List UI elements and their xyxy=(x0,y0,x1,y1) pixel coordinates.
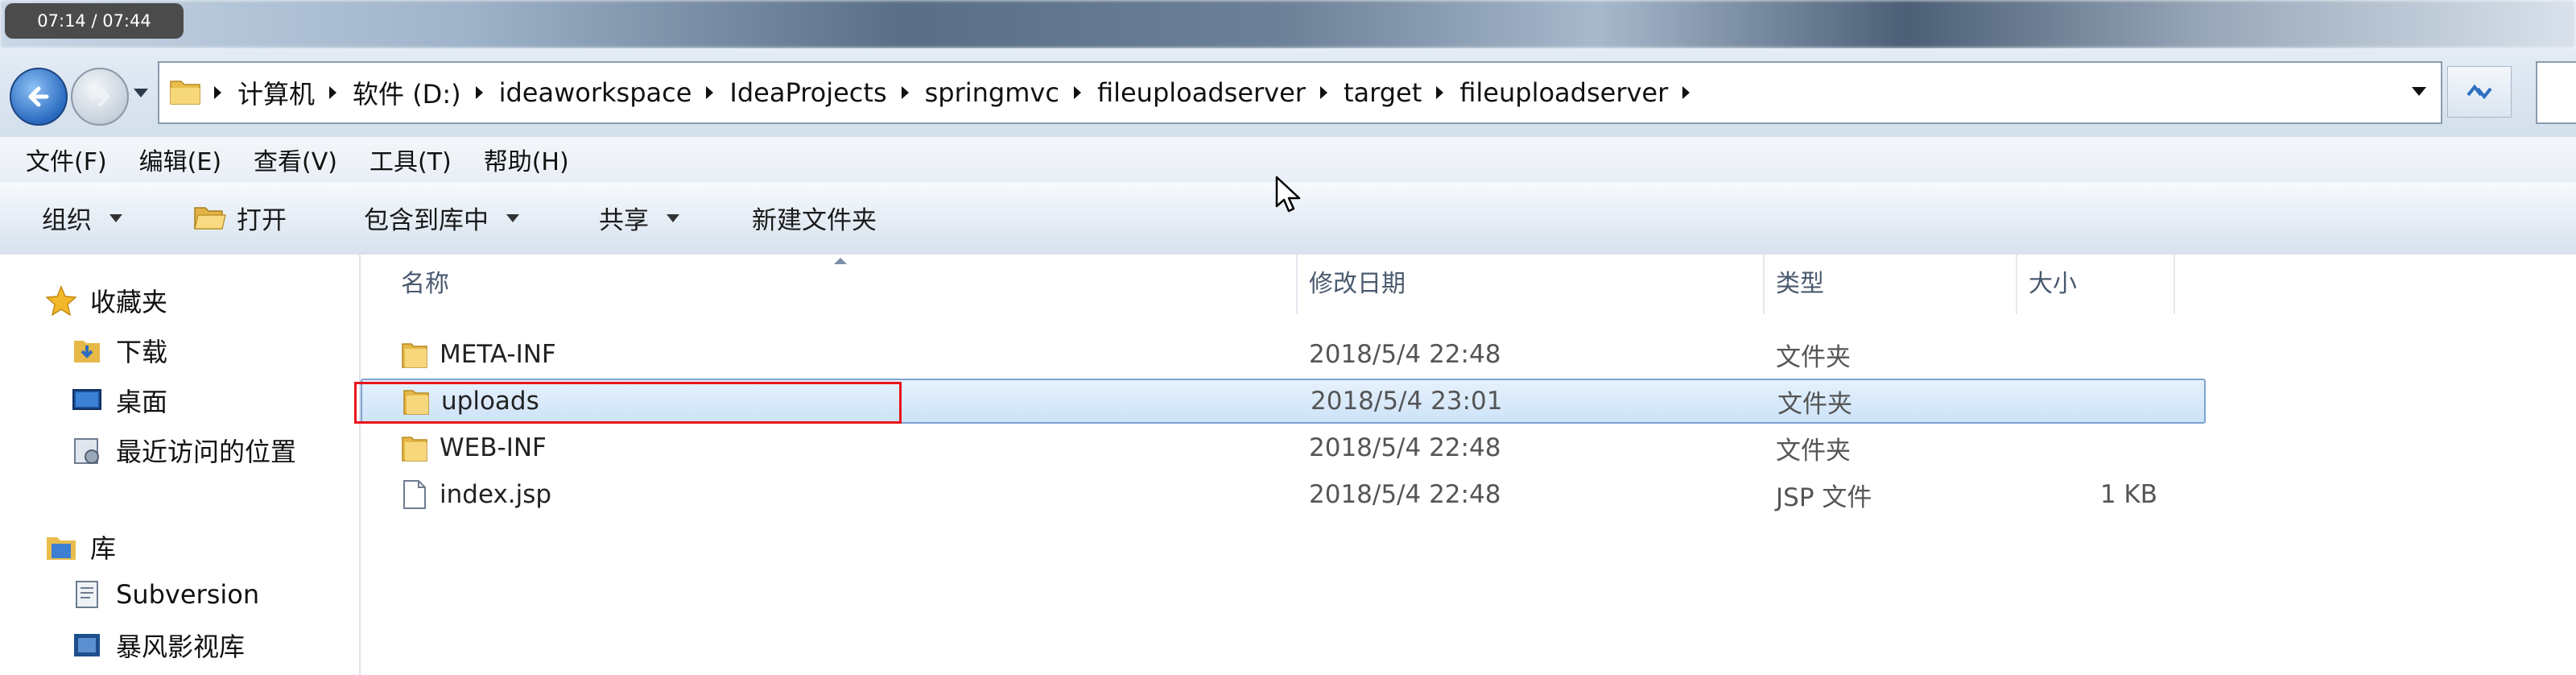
library-icon xyxy=(45,531,77,563)
include-library-label: 包含到库中 xyxy=(364,206,489,235)
folder-icon xyxy=(402,343,427,368)
address-bar-row: 计算机 软件 (D:) ideaworkspace IdeaProjects s… xyxy=(0,48,2576,137)
nav-favorites[interactable]: 收藏夹 xyxy=(45,282,167,319)
breadcrumb-separator-icon[interactable] xyxy=(329,86,337,99)
column-header-modified[interactable]: 修改日期 xyxy=(1298,255,1765,314)
breadcrumb-separator-icon[interactable] xyxy=(214,86,221,99)
nav-storm-library[interactable]: 暴风影视库 xyxy=(71,627,245,664)
subversion-library-icon xyxy=(71,578,103,611)
star-icon xyxy=(45,284,77,317)
breadcrumb-separator-icon[interactable] xyxy=(1073,86,1081,99)
file-row[interactable]: WEB-INF 2018/5/4 22:48 文件夹 xyxy=(361,425,2204,470)
file-icon xyxy=(403,480,426,509)
menu-edit[interactable]: 编辑(E) xyxy=(139,142,221,177)
navigation-pane: 收藏夹 下载 桌面 最近访问的位置 库 Subversion 暴风影视库 xyxy=(0,255,361,675)
file-modified-date: 2018/5/4 22:48 xyxy=(1309,433,1501,462)
nav-recent-label: 最近访问的位置 xyxy=(116,437,297,467)
nav-favorites-label: 收藏夹 xyxy=(90,287,168,317)
nav-desktop-label: 桌面 xyxy=(116,387,168,417)
recent-pages-dropdown[interactable] xyxy=(134,89,148,97)
include-in-library-button[interactable]: 包含到库中 xyxy=(364,200,519,236)
video-timestamp: 07:14 / 07:44 xyxy=(5,3,184,39)
column-header-size[interactable]: 大小 xyxy=(2017,255,2175,314)
open-button[interactable]: 打开 xyxy=(193,200,287,236)
column-header-name[interactable]: 名称 xyxy=(361,255,1298,314)
forward-button[interactable] xyxy=(71,68,129,126)
file-size: 1 KB xyxy=(2099,480,2157,509)
menu-file[interactable]: 文件(F) xyxy=(26,142,107,177)
refresh-icon xyxy=(2467,84,2492,100)
organize-label: 组织 xyxy=(42,206,92,235)
nav-subversion[interactable]: Subversion xyxy=(71,578,259,611)
recent-places-icon xyxy=(71,434,103,466)
nav-downloads[interactable]: 下载 xyxy=(71,332,167,369)
nav-desktop[interactable]: 桌面 xyxy=(71,382,167,419)
arrow-right-icon xyxy=(89,86,110,107)
file-modified-date: 2018/5/4 23:01 xyxy=(1311,387,1503,416)
nav-subversion-label: Subversion xyxy=(116,579,260,610)
nav-storm-label: 暴风影视库 xyxy=(116,632,246,662)
breadcrumb-fileuploadserver-current[interactable]: fileuploadserver xyxy=(1459,77,1668,108)
file-type: JSP 文件 xyxy=(1776,482,1872,512)
breadcrumb-fileuploadserver[interactable]: fileuploadserver xyxy=(1097,77,1306,108)
nav-downloads-label: 下载 xyxy=(116,337,168,367)
window-title-bar xyxy=(0,0,2576,48)
menu-tools[interactable]: 工具(T) xyxy=(369,142,452,177)
file-modified-date: 2018/5/4 22:48 xyxy=(1309,480,1501,509)
nav-recent-places[interactable]: 最近访问的位置 xyxy=(71,432,296,469)
breadcrumb-separator-icon[interactable] xyxy=(475,86,483,99)
breadcrumb-drive-d[interactable]: 软件 (D:) xyxy=(353,74,461,111)
nav-libraries-label: 库 xyxy=(90,533,117,564)
file-row[interactable]: META-INF 2018/5/4 22:48 文件夹 xyxy=(361,332,2204,377)
file-row[interactable]: index.jsp 2018/5/4 22:48 JSP 文件 1 KB xyxy=(361,472,2204,517)
arrow-left-icon xyxy=(28,86,49,107)
file-name: WEB-INF xyxy=(440,433,547,462)
chevron-down-icon xyxy=(667,213,679,222)
menu-help[interactable]: 帮助(H) xyxy=(484,142,569,177)
new-folder-button[interactable]: 新建文件夹 xyxy=(752,200,877,236)
mouse-cursor-icon xyxy=(1275,176,1302,217)
share-button[interactable]: 共享 xyxy=(599,200,679,236)
column-header-type[interactable]: 类型 xyxy=(1765,255,2017,314)
downloads-folder-icon xyxy=(71,334,103,366)
chevron-down-icon xyxy=(506,213,519,222)
breadcrumb-computer[interactable]: 计算机 xyxy=(237,74,315,111)
address-bar[interactable]: 计算机 软件 (D:) ideaworkspace IdeaProjects s… xyxy=(158,61,2442,124)
breadcrumb-ideaworkspace[interactable]: ideaworkspace xyxy=(499,77,692,108)
breadcrumb-separator-icon[interactable] xyxy=(1319,86,1327,99)
breadcrumb-separator-icon[interactable] xyxy=(901,86,909,99)
highlight-annotation-box xyxy=(354,382,902,424)
folder-icon xyxy=(402,437,427,462)
back-button[interactable] xyxy=(10,68,68,126)
chevron-down-icon xyxy=(109,213,122,222)
breadcrumb-separator-icon[interactable] xyxy=(706,86,714,99)
breadcrumb-separator-icon[interactable] xyxy=(1436,86,1444,99)
breadcrumb-springmvc[interactable]: springmvc xyxy=(925,77,1059,108)
folder-icon xyxy=(169,77,201,109)
new-folder-label: 新建文件夹 xyxy=(752,206,877,235)
breadcrumb-ideaprojects[interactable]: IdeaProjects xyxy=(729,77,886,108)
file-name: index.jsp xyxy=(440,480,552,509)
file-list: 名称 修改日期 类型 大小 META-INF 2018/5/4 22:48 文件… xyxy=(361,255,2576,675)
breadcrumb-target[interactable]: target xyxy=(1344,77,1422,108)
address-history-dropdown[interactable] xyxy=(2412,87,2426,96)
share-label: 共享 xyxy=(599,206,649,235)
file-type: 文件夹 xyxy=(1776,436,1851,466)
file-modified-date: 2018/5/4 22:48 xyxy=(1309,340,1501,369)
file-type: 文件夹 xyxy=(1776,342,1851,372)
search-box[interactable] xyxy=(2536,61,2576,124)
video-library-icon xyxy=(71,629,103,661)
folder-open-icon xyxy=(193,204,227,233)
nav-libraries[interactable]: 库 xyxy=(45,528,116,565)
menu-view[interactable]: 查看(V) xyxy=(254,142,337,177)
file-type: 文件夹 xyxy=(1777,389,1852,419)
refresh-button[interactable] xyxy=(2447,66,2512,118)
open-label: 打开 xyxy=(237,206,287,235)
desktop-icon xyxy=(71,384,103,416)
breadcrumb-separator-icon[interactable] xyxy=(1682,86,1690,99)
organize-button[interactable]: 组织 xyxy=(42,200,122,236)
file-name: META-INF xyxy=(440,340,556,369)
